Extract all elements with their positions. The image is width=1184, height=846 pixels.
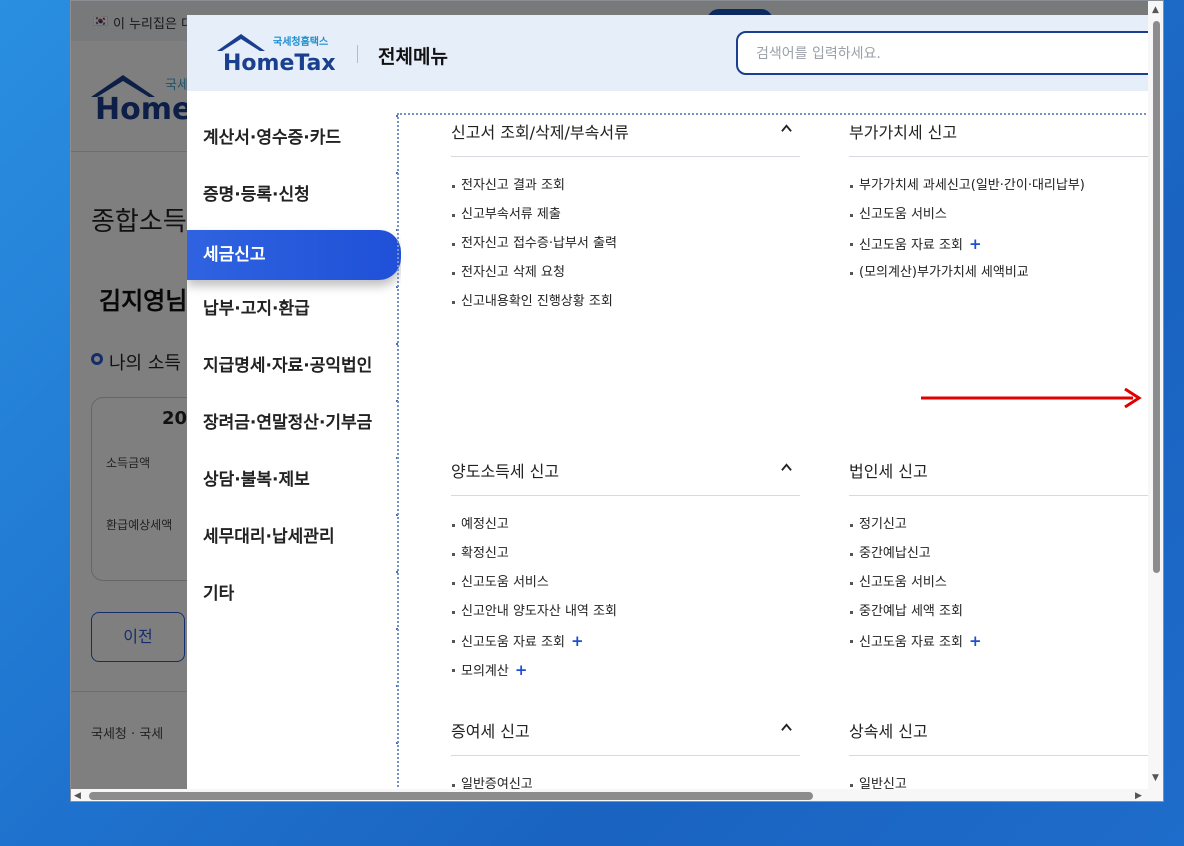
svg-text:국세청홈택스: 국세청홈택스 [273, 35, 328, 48]
modal-header: 국세청홈택스 HomeTax 전체메뉴 [187, 15, 1153, 91]
plus-icon[interactable]: + [515, 661, 528, 679]
vertical-scrollbar[interactable]: ▲ ▼ [1148, 1, 1163, 789]
horizontal-scrollbar[interactable]: ◀ ▶ [71, 789, 1163, 801]
sidebar-item-incentives[interactable]: 장려금·연말정산·기부금 [187, 398, 401, 448]
sidebar-item-payment[interactable]: 납부·고지·환급 [187, 284, 401, 334]
section-gift-tax: 증여세 신고 일반증여신고 [451, 714, 800, 791]
menu-link[interactable]: 부가가치세 과세신고(일반·간이·대리납부) [849, 175, 1153, 204]
scroll-right-icon[interactable]: ▶ [1135, 791, 1142, 801]
sidebar-item-certificate[interactable]: 증명·등록·신청 [187, 170, 401, 220]
browser-window: 🇰🇷 이 누리집은 대 국세 Home 종합소득 김지영님 나의 소득 20 소… [70, 0, 1164, 802]
hometax-logo[interactable]: 국세청홈택스 HomeTax [215, 31, 335, 75]
menu-link[interactable]: 전자신고 결과 조회 [451, 175, 800, 204]
sidebar: 계산서·영수증·카드 증명·등록·신청 세금신고 납부·고지·환급 지급명세·자… [187, 91, 401, 791]
menu-link[interactable]: 전자신고 삭제 요청 [451, 262, 800, 291]
menu-link[interactable]: 예정신고 [451, 514, 800, 543]
vertical-scroll-thumb[interactable] [1153, 21, 1160, 573]
full-menu-modal: 국세청홈택스 HomeTax 전체메뉴 계산서·영수증·카드 증명·등록·신청 … [187, 15, 1153, 791]
sidebar-item-statements[interactable]: 지급명세·자료·공익법인 [187, 341, 401, 391]
menu-link-label: 신고도움 자료 조회 [859, 635, 963, 650]
menu-link-with-plus[interactable]: 신고도움 자료 조회 + [849, 233, 1153, 262]
menu-link[interactable]: (모의계산)부가가치세 세액비교 [849, 262, 1153, 291]
menu-link[interactable]: 신고부속서류 제출 [451, 204, 800, 233]
section-title: 신고서 조회/삭제/부속서류 [451, 123, 629, 142]
sidebar-item-invoice[interactable]: 계산서·영수증·카드 [187, 113, 401, 163]
plus-icon[interactable]: + [969, 632, 982, 650]
sidebar-item-agent[interactable]: 세무대리·납세관리 [187, 512, 401, 562]
menu-link-label: 신고도움 자료 조회 [461, 635, 565, 650]
sidebar-item-etc[interactable]: 기타 [187, 569, 401, 619]
menu-link[interactable]: 확정신고 [451, 543, 800, 572]
menu-link-with-plus[interactable]: 신고도움 자료 조회 + [451, 630, 800, 659]
menu-link[interactable]: 전자신고 접수증·납부서 출력 [451, 233, 800, 262]
section-title: 법인세 신고 [849, 462, 928, 481]
modal-title: 전체메뉴 [378, 46, 448, 68]
plus-icon[interactable]: + [969, 235, 982, 253]
menu-link[interactable]: 중간예납신고 [849, 543, 1153, 572]
menu-link[interactable]: 정기신고 [849, 514, 1153, 543]
section-report-lookup: 신고서 조회/삭제/부속서류 전자신고 결과 조회 신고부속서류 제출 전자신고… [451, 115, 800, 320]
section-corporate-tax: 법인세 신고 정기신고 중간예납신고 신고도움 서비스 중간예납 세액 조회 신… [849, 454, 1153, 659]
chevron-up-icon[interactable] [781, 722, 792, 733]
search-input[interactable] [756, 43, 1136, 65]
menu-link[interactable]: 신고안내 양도자산 내역 조회 [451, 601, 800, 630]
section-title: 부가가치세 신고 [849, 123, 958, 142]
svg-text:HomeTax: HomeTax [223, 51, 335, 75]
sidebar-item-consultation[interactable]: 상담·불복·제보 [187, 455, 401, 505]
section-title: 증여세 신고 [451, 722, 530, 741]
chevron-up-icon[interactable] [781, 462, 792, 473]
red-arrow-icon [921, 387, 1142, 409]
scroll-left-icon[interactable]: ◀ [74, 791, 81, 801]
section-vat: 부가가치세 신고 부가가치세 과세신고(일반·간이·대리납부) 신고도움 서비스… [849, 115, 1153, 291]
menu-link[interactable]: 신고도움 서비스 [849, 204, 1153, 233]
section-inheritance-tax: 상속세 신고 일반신고 [849, 714, 1153, 791]
section-title: 양도소득세 신고 [451, 462, 560, 481]
menu-link-with-plus[interactable]: 신고도움 자료 조회 + [849, 630, 1153, 659]
menu-link[interactable]: 신고도움 서비스 [849, 572, 1153, 601]
section-title: 상속세 신고 [849, 722, 928, 741]
menu-link-label: 신고도움 자료 조회 [859, 238, 963, 253]
horizontal-scroll-thumb[interactable] [89, 792, 813, 800]
menu-link[interactable]: 중간예납 세액 조회 [849, 601, 1153, 630]
search-box[interactable] [736, 31, 1153, 75]
scroll-up-icon[interactable]: ▲ [1152, 5, 1159, 15]
menu-content: 신고서 조회/삭제/부속서류 전자신고 결과 조회 신고부속서류 제출 전자신고… [397, 91, 1153, 791]
sidebar-item-tax-report[interactable]: 세금신고 [187, 230, 401, 280]
plus-icon[interactable]: + [571, 632, 584, 650]
menu-link-with-plus[interactable]: 모의계산 + [451, 659, 800, 688]
menu-link[interactable]: 신고도움 서비스 [451, 572, 800, 601]
section-transfer-tax: 양도소득세 신고 예정신고 확정신고 신고도움 서비스 신고안내 양도자산 내역… [451, 454, 800, 688]
chevron-up-icon[interactable] [781, 123, 792, 134]
menu-link[interactable]: 신고내용확인 진행상황 조회 [451, 291, 800, 320]
scroll-down-icon[interactable]: ▼ [1152, 773, 1159, 783]
menu-link-label: 모의계산 [461, 664, 509, 679]
